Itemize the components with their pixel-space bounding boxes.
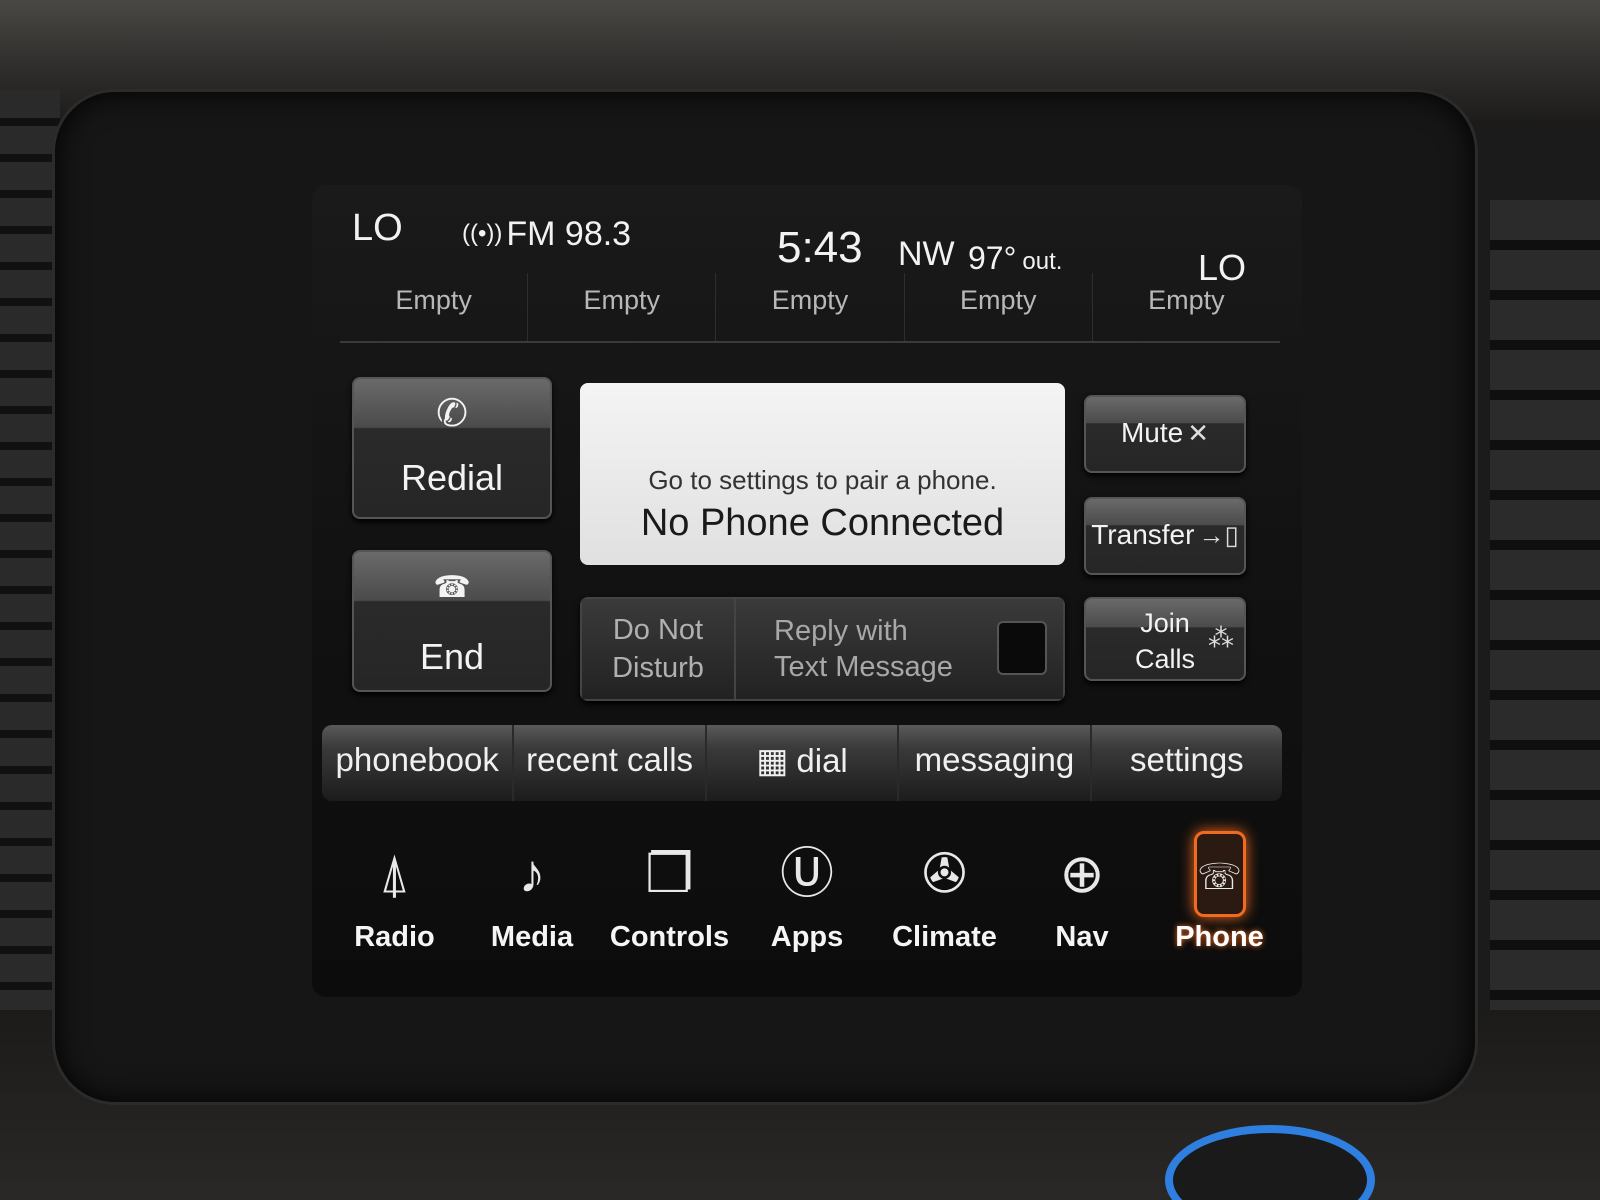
phone-status-message: Go to settings to pair a phone. No Phone…	[580, 383, 1065, 565]
favorite-slot-1[interactable]: Empty	[340, 273, 529, 341]
favorites-bar: Empty Empty Empty Empty Empty	[340, 273, 1280, 343]
dnd-line2: Disturb	[612, 652, 704, 684]
tab-settings[interactable]: settings	[1092, 725, 1282, 801]
mute-button[interactable]: Mute ✕	[1084, 395, 1246, 473]
status-bar: LO ((•)) FM 98.3 5:43 NW 97° out. LO	[312, 185, 1302, 288]
end-label: End	[419, 636, 485, 677]
no-phone-title: No Phone Connected	[640, 502, 1005, 544]
favorite-slot-2[interactable]: Empty	[528, 273, 717, 341]
redial-label: Redial	[400, 457, 504, 498]
outside-temperature: 97° out.	[968, 240, 1062, 277]
dnd-line1: Do Not	[612, 614, 704, 646]
reply-line2: Text Message	[774, 651, 953, 683]
do-not-disturb-button[interactable]: Do Not Disturb	[582, 599, 736, 699]
app-controls[interactable]: ❐ Controls	[607, 825, 732, 985]
pair-phone-hint: Go to settings to pair a phone.	[648, 465, 997, 495]
tab-messaging[interactable]: messaging	[899, 725, 1092, 801]
tab-dial-label: dial	[796, 742, 848, 779]
app-controls-label: Controls	[609, 921, 730, 953]
reply-checkbox[interactable]	[997, 621, 1047, 675]
seat-controls-icon: ❐	[645, 844, 694, 904]
compass-heading: NW	[898, 235, 955, 273]
app-radio[interactable]: ⍋ Radio	[332, 825, 457, 985]
mic-mute-icon: ✕	[1187, 418, 1210, 448]
outside-temp-value: 97°	[968, 240, 1017, 276]
merge-calls-icon: ⁂	[1208, 623, 1234, 653]
transfer-button[interactable]: Transfer →▯	[1084, 497, 1246, 575]
favorite-slot-3[interactable]: Empty	[716, 273, 905, 341]
driver-temperature[interactable]: LO	[352, 207, 403, 250]
radio-tower-icon: ⍋	[378, 844, 411, 904]
app-bar: ⍋ Radio ♪ Media ❐ Controls Ⓤ Apps ✇ Clim…	[332, 825, 1282, 985]
transfer-phone-icon: →▯	[1198, 520, 1239, 550]
keypad-icon: ▦	[756, 742, 789, 780]
call-options-row: Do Not Disturb Reply with Text Message	[580, 597, 1065, 701]
reply-line1: Reply with	[774, 615, 908, 647]
app-phone[interactable]: ☏ Phone	[1157, 825, 1282, 985]
app-climate[interactable]: ✇ Climate	[882, 825, 1007, 985]
redial-button[interactable]: ✆ Redial	[352, 377, 552, 519]
radio-antenna-icon: ((•))	[462, 220, 503, 247]
outside-temp-label: out.	[1022, 248, 1063, 275]
clock: 5:43	[777, 223, 863, 272]
reply-with-text-toggle[interactable]: Reply with Text Message	[736, 599, 1063, 699]
join-label-line2: Calls	[1134, 644, 1195, 674]
climate-fan-icon: ✇	[921, 844, 968, 904]
hang-up-icon: ☎	[433, 571, 471, 604]
mute-label: Mute	[1120, 417, 1184, 448]
media-phone-icon: ♪	[518, 844, 546, 904]
tab-phonebook[interactable]: phonebook	[322, 725, 515, 801]
app-phone-label: Phone	[1175, 921, 1264, 953]
right-air-vent	[1490, 200, 1600, 1100]
join-label-line1: Join	[1140, 608, 1190, 638]
end-call-button[interactable]: ☎ End	[352, 550, 552, 692]
join-calls-label: Join Calls	[1135, 605, 1195, 677]
compass-icon: ⊕	[1059, 844, 1105, 904]
app-apps-label: Apps	[770, 921, 844, 953]
phone-tab-bar: phonebook recent calls ▦ dial messaging s…	[322, 725, 1282, 801]
favorite-slot-5[interactable]: Empty	[1093, 273, 1280, 341]
app-nav[interactable]: ⊕ Nav	[1020, 825, 1145, 985]
join-calls-button[interactable]: Join Calls ⁂	[1084, 597, 1246, 681]
app-media[interactable]: ♪ Media	[470, 825, 595, 985]
app-climate-label: Climate	[892, 921, 997, 953]
infotainment-screen: LO ((•)) FM 98.3 5:43 NW 97° out. LO Empty…	[312, 185, 1302, 997]
favorite-slot-4[interactable]: Empty	[905, 273, 1093, 341]
app-radio-label: Radio	[354, 921, 435, 953]
app-media-label: Media	[490, 921, 574, 953]
radio-status[interactable]: ((•)) FM 98.3	[462, 215, 631, 254]
phone-icon: ☏	[1193, 831, 1246, 917]
tab-dial[interactable]: ▦ dial	[707, 725, 900, 801]
app-apps[interactable]: Ⓤ Apps	[745, 825, 870, 985]
transfer-label: Transfer	[1091, 519, 1195, 550]
phone-handset-icon: ✆	[436, 393, 468, 435]
uconnect-apps-icon: Ⓤ	[780, 844, 834, 904]
tab-recent-calls[interactable]: recent calls	[514, 725, 707, 801]
app-nav-label: Nav	[1055, 921, 1109, 953]
radio-station: FM 98.3	[506, 215, 632, 253]
